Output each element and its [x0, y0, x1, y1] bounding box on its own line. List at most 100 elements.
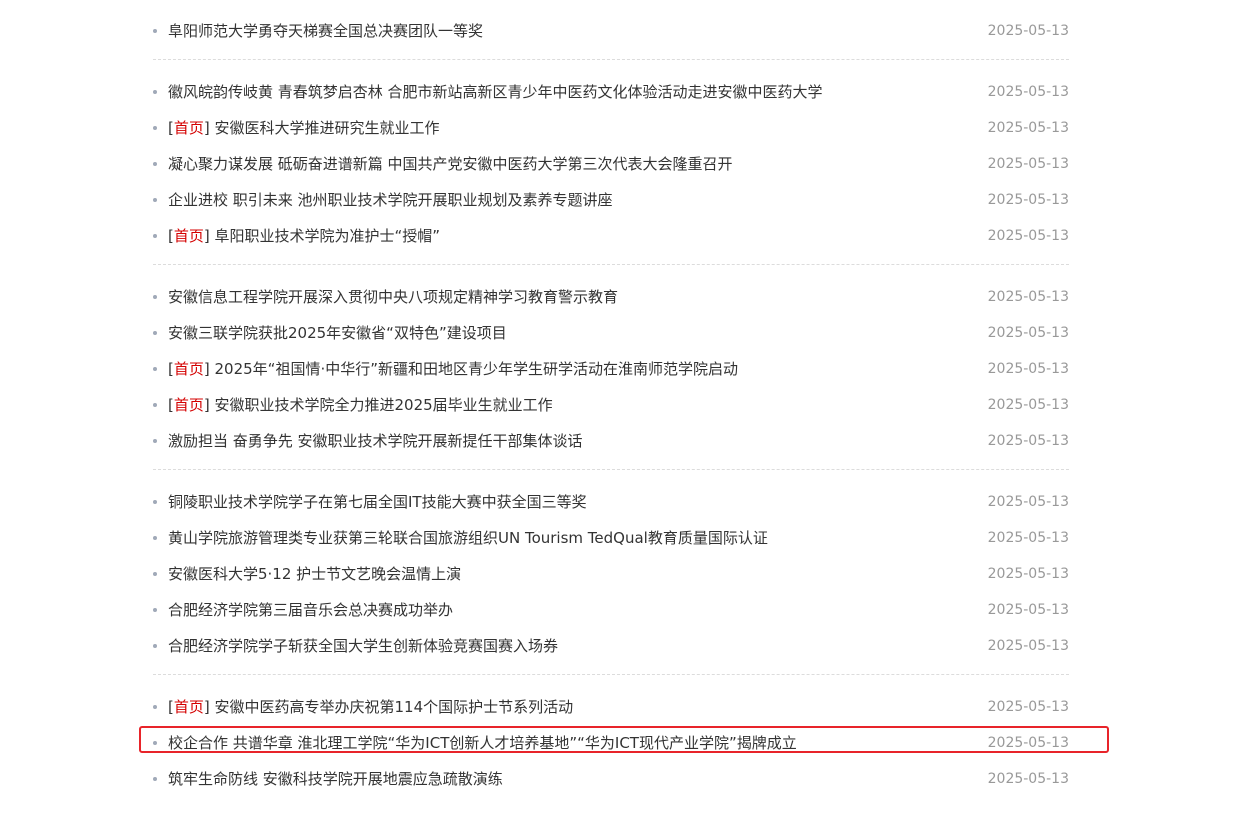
bullet-icon: [153, 90, 157, 94]
homepage-tag: [首页]: [168, 227, 215, 245]
news-date: 2025-05-13: [987, 602, 1069, 618]
news-item[interactable]: 企业进校 职引未来 池州职业技术学院开展职业规划及素养专题讲座 2025-05-1…: [153, 188, 1069, 212]
news-item[interactable]: 安徽信息工程学院开展深入贯彻中央八项规定精神学习教育警示教育 2025-05-13: [153, 285, 1069, 309]
news-title-link[interactable]: 徽风皖韵传岐黄 青春筑梦启杏林 合肥市新站高新区青少年中医药文化体验活动走进安徽…: [168, 80, 823, 104]
news-date: 2025-05-13: [987, 397, 1069, 413]
bullet-icon: [153, 777, 157, 781]
news-date: 2025-05-13: [987, 289, 1069, 305]
news-title-link[interactable]: 校企合作 共谱华章 淮北理工学院“华为ICT创新人才培养基地”“华为ICT现代产…: [168, 731, 797, 755]
news-item[interactable]: [首页] 2025年“祖国情·中华行”新疆和田地区青少年学生研学活动在淮南师范学…: [153, 357, 1069, 381]
news-title-link[interactable]: 合肥经济学院学子斩获全国大学生创新体验竞赛国赛入场券: [168, 634, 558, 658]
bullet-icon: [153, 198, 157, 202]
news-title-text: 2025年“祖国情·中华行”新疆和田地区青少年学生研学活动在淮南师范学院启动: [214, 360, 739, 378]
bullet-icon: [153, 644, 157, 648]
bullet-icon: [153, 741, 157, 745]
news-item[interactable]: [首页] 安徽医科大学推进研究生就业工作 2025-05-13: [153, 116, 1069, 140]
news-item[interactable]: 阜阳师范大学勇夺天梯赛全国总决赛团队一等奖 2025-05-13: [153, 19, 1069, 43]
bullet-icon: [153, 234, 157, 238]
news-item[interactable]: 安徽医科大学5·12 护士节文艺晚会温情上演 2025-05-13: [153, 562, 1069, 586]
news-title-link[interactable]: 安徽三联学院获批2025年安徽省“双特色”建设项目: [168, 321, 507, 345]
bullet-icon: [153, 126, 157, 130]
news-title-link[interactable]: [首页] 安徽医科大学推进研究生就业工作: [168, 116, 440, 140]
news-date: 2025-05-13: [987, 566, 1069, 582]
news-title-link[interactable]: 安徽医科大学5·12 护士节文艺晚会温情上演: [168, 562, 461, 586]
news-date: 2025-05-13: [987, 156, 1069, 172]
news-item[interactable]: 合肥经济学院学子斩获全国大学生创新体验竞赛国赛入场券 2025-05-13: [153, 634, 1069, 658]
news-title-text: 安徽医科大学推进研究生就业工作: [214, 119, 440, 137]
news-title-link[interactable]: 激励担当 奋勇争先 安徽职业技术学院开展新提任干部集体谈话: [168, 429, 583, 453]
news-title-text: 安徽信息工程学院开展深入贯彻中央八项规定精神学习教育警示教育: [168, 288, 619, 306]
news-item[interactable]: [首页] 安徽职业技术学院全力推进2025届毕业生就业工作 2025-05-13: [153, 393, 1069, 417]
group-divider: [153, 59, 1069, 60]
news-date: 2025-05-13: [987, 735, 1069, 751]
news-title-text: 阜阳师范大学勇夺天梯赛全国总决赛团队一等奖: [168, 22, 484, 40]
news-date: 2025-05-13: [987, 361, 1069, 377]
group-divider: [153, 469, 1069, 470]
news-item[interactable]: 铜陵职业技术学院学子在第七届全国IT技能大赛中获全国三等奖 2025-05-13: [153, 490, 1069, 514]
news-title-text: 安徽医科大学5·12 护士节文艺晚会温情上演: [168, 565, 462, 583]
news-title-text: 激励担当 奋勇争先 安徽职业技术学院开展新提任干部集体谈话: [168, 432, 583, 450]
news-title-text: 黄山学院旅游管理类专业获第三轮联合国旅游组织UN Tourism TedQual…: [168, 529, 768, 547]
bullet-icon: [153, 608, 157, 612]
homepage-tag: [首页]: [168, 360, 215, 378]
bullet-icon: [153, 367, 157, 371]
news-date: 2025-05-13: [987, 23, 1069, 39]
news-title-link[interactable]: 凝心聚力谋发展 砥砺奋进谱新篇 中国共产党安徽中医药大学第三次代表大会隆重召开: [168, 152, 733, 176]
bullet-icon: [153, 536, 157, 540]
news-title-text: 校企合作 共谱华章 淮北理工学院“华为ICT创新人才培养基地”“华为ICT现代产…: [168, 734, 797, 752]
news-title-link[interactable]: 阜阳师范大学勇夺天梯赛全国总决赛团队一等奖: [168, 19, 483, 43]
news-item-highlighted[interactable]: 校企合作 共谱华章 淮北理工学院“华为ICT创新人才培养基地”“华为ICT现代产…: [153, 731, 1069, 755]
news-date: 2025-05-13: [987, 228, 1069, 244]
news-title-link[interactable]: 黄山学院旅游管理类专业获第三轮联合国旅游组织UN Tourism TedQual…: [168, 526, 768, 550]
news-date: 2025-05-13: [987, 120, 1069, 136]
homepage-tag: [首页]: [168, 698, 215, 716]
news-date: 2025-05-13: [987, 433, 1069, 449]
bullet-icon: [153, 162, 157, 166]
news-title-link[interactable]: 筑牢生命防线 安徽科技学院开展地震应急疏散演练: [168, 767, 503, 791]
news-item[interactable]: [首页] 安徽中医药高专举办庆祝第114个国际护士节系列活动 2025-05-13: [153, 695, 1069, 719]
news-item[interactable]: 合肥经济学院第三届音乐会总决赛成功举办 2025-05-13: [153, 598, 1069, 622]
news-item[interactable]: 筑牢生命防线 安徽科技学院开展地震应急疏散演练 2025-05-13: [153, 767, 1069, 791]
news-item[interactable]: 徽风皖韵传岐黄 青春筑梦启杏林 合肥市新站高新区青少年中医药文化体验活动走进安徽…: [153, 80, 1069, 104]
news-title-text: 合肥经济学院学子斩获全国大学生创新体验竞赛国赛入场券: [168, 637, 559, 655]
bullet-icon: [153, 331, 157, 335]
news-title-text: 安徽三联学院获批2025年安徽省“双特色”建设项目: [168, 324, 507, 342]
news-title-link[interactable]: 企业进校 职引未来 池州职业技术学院开展职业规划及素养专题讲座: [168, 188, 613, 212]
news-title-link[interactable]: [首页] 2025年“祖国情·中华行”新疆和田地区青少年学生研学活动在淮南师范学…: [168, 357, 738, 381]
news-title-text: 徽风皖韵传岐黄 青春筑梦启杏林 合肥市新站高新区青少年中医药文化体验活动走进安徽…: [168, 83, 823, 101]
bullet-icon: [153, 572, 157, 576]
bullet-icon: [153, 439, 157, 443]
news-date: 2025-05-13: [987, 325, 1069, 341]
news-title-text: 铜陵职业技术学院学子在第七届全国IT技能大赛中获全国三等奖: [168, 493, 587, 511]
news-title-link[interactable]: 铜陵职业技术学院学子在第七届全国IT技能大赛中获全国三等奖: [168, 490, 587, 514]
news-item[interactable]: [首页] 阜阳职业技术学院为准护士“授帽” 2025-05-13: [153, 224, 1069, 248]
group-divider: [153, 264, 1069, 265]
bullet-icon: [153, 500, 157, 504]
news-item[interactable]: 黄山学院旅游管理类专业获第三轮联合国旅游组织UN Tourism TedQual…: [153, 526, 1069, 550]
news-date: 2025-05-13: [987, 699, 1069, 715]
group-divider: [153, 674, 1069, 675]
news-title-link[interactable]: 安徽信息工程学院开展深入贯彻中央八项规定精神学习教育警示教育: [168, 285, 618, 309]
news-title-link[interactable]: [首页] 阜阳职业技术学院为准护士“授帽”: [168, 224, 440, 248]
news-title-text: 合肥经济学院第三届音乐会总决赛成功举办: [168, 601, 454, 619]
news-title-link[interactable]: [首页] 安徽职业技术学院全力推进2025届毕业生就业工作: [168, 393, 553, 417]
news-date: 2025-05-13: [987, 494, 1069, 510]
news-title-link[interactable]: 合肥经济学院第三届音乐会总决赛成功举办: [168, 598, 453, 622]
bullet-icon: [153, 295, 157, 299]
news-title-text: 安徽中医药高专举办庆祝第114个国际护士节系列活动: [214, 698, 574, 716]
news-title-text: 筑牢生命防线 安徽科技学院开展地震应急疏散演练: [168, 770, 503, 788]
homepage-tag: [首页]: [168, 396, 215, 414]
bullet-icon: [153, 29, 157, 33]
news-title-text: 阜阳职业技术学院为准护士“授帽”: [214, 227, 441, 245]
news-title-text: 凝心聚力谋发展 砥砺奋进谱新篇 中国共产党安徽中医药大学第三次代表大会隆重召开: [168, 155, 733, 173]
news-title-link[interactable]: [首页] 安徽中医药高专举办庆祝第114个国际护士节系列活动: [168, 695, 573, 719]
news-date: 2025-05-13: [987, 530, 1069, 546]
bullet-icon: [153, 403, 157, 407]
news-date: 2025-05-13: [987, 638, 1069, 654]
news-item[interactable]: 安徽三联学院获批2025年安徽省“双特色”建设项目 2025-05-13: [153, 321, 1069, 345]
news-item[interactable]: 凝心聚力谋发展 砥砺奋进谱新篇 中国共产党安徽中医药大学第三次代表大会隆重召开 2…: [153, 152, 1069, 176]
news-item[interactable]: 激励担当 奋勇争先 安徽职业技术学院开展新提任干部集体谈话 2025-05-13: [153, 429, 1069, 453]
bullet-icon: [153, 705, 157, 709]
news-title-text: 企业进校 职引未来 池州职业技术学院开展职业规划及素养专题讲座: [168, 191, 613, 209]
news-title-text: 安徽职业技术学院全力推进2025届毕业生就业工作: [214, 396, 553, 414]
